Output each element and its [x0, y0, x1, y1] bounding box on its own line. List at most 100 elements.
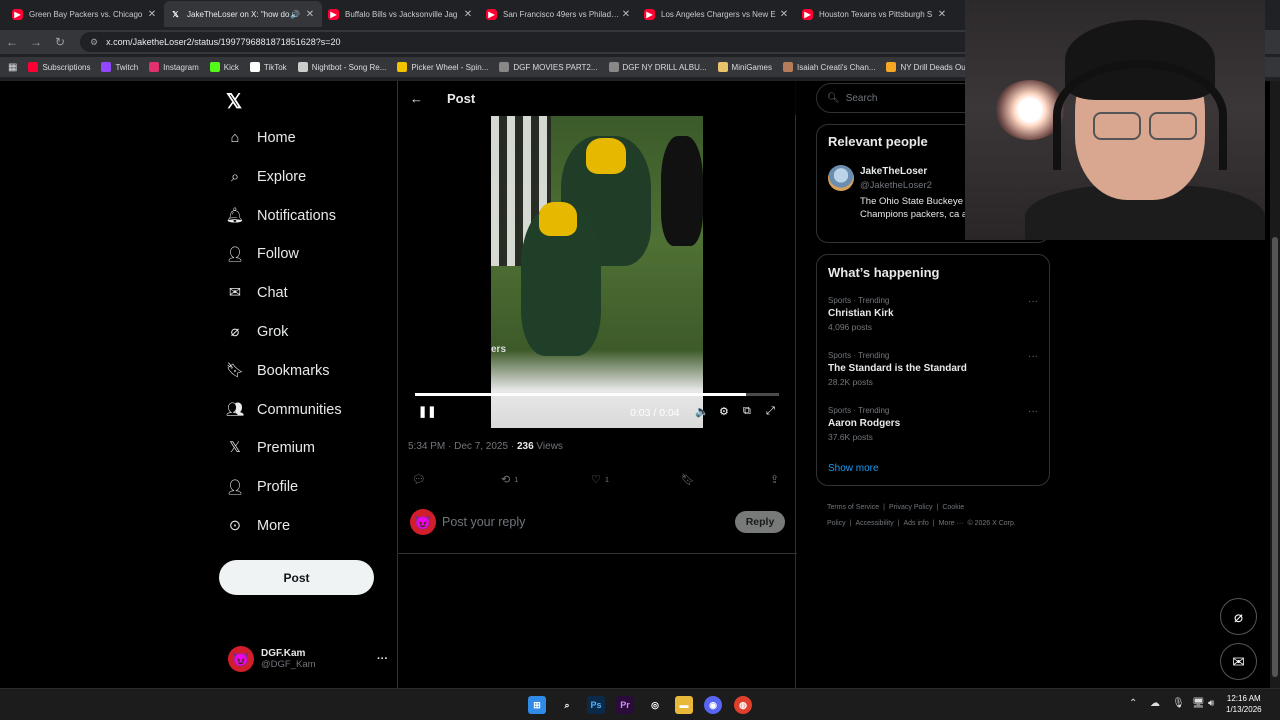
bookmark-item[interactable]: DGF NY DRILL ALBU...	[608, 62, 707, 72]
system-clock[interactable]: 12:16 AM 1/13/2026	[1226, 693, 1262, 715]
reload-icon[interactable]: ↻	[48, 35, 72, 49]
reply-input[interactable]: Post your reply	[442, 515, 525, 529]
browser-tab[interactable]: ▶ San Francisco 49ers vs Philadelp ✕	[480, 1, 638, 27]
close-tab-icon[interactable]: ✕	[304, 9, 316, 20]
close-tab-icon[interactable]: ✕	[620, 9, 632, 20]
more-icon[interactable]: ···	[1028, 406, 1038, 417]
cloud-icon[interactable]: ☁	[1150, 698, 1160, 709]
network-icon[interactable]: 🖥︎	[1192, 698, 1205, 709]
share-icon[interactable]: ⇪	[770, 473, 779, 486]
nav-item-premium[interactable]: 𝕏 Premium	[226, 433, 315, 463]
reply-button[interactable]: Reply	[735, 511, 785, 533]
nav-item-home[interactable]: ⌂ Home	[226, 123, 296, 153]
photoshop-icon[interactable]: Ps	[587, 696, 605, 714]
bookmark-item[interactable]: TikTok	[249, 62, 287, 72]
back-arrow-icon[interactable]: ←	[410, 91, 423, 106]
forward-icon[interactable]: →	[24, 35, 48, 49]
bookmark-item[interactable]: Nightbot - Song Re...	[297, 62, 386, 72]
discord-icon[interactable]: ◉	[704, 696, 722, 714]
browser-tab-active[interactable]: 𝕏 JakeTheLoser on X: "how do 🔊 ✕	[164, 1, 322, 27]
app-icon[interactable]: ◎	[646, 696, 664, 714]
footer-link[interactable]: Accessibility	[856, 520, 894, 527]
trend-category: Sports · Trending	[828, 351, 890, 360]
settings-icon[interactable]: ⚙	[719, 405, 729, 418]
scrollbar-thumb[interactable]	[1272, 237, 1278, 677]
tray-chevron-icon[interactable]: ⌃	[1129, 698, 1137, 709]
footer-link[interactable]: Ads info	[903, 520, 928, 527]
bookmark-item[interactable]: Kick	[209, 62, 239, 72]
post-timestamp[interactable]: 5:34 PM · Dec 7, 2025 ·	[408, 441, 517, 452]
reply-icon[interactable]: 💬︎	[412, 473, 426, 486]
close-tab-icon[interactable]: ✕	[778, 9, 790, 20]
footer-link[interactable]: More ···	[939, 520, 964, 527]
mic-icon[interactable]: 🎙︎	[1172, 698, 1185, 709]
more-icon: ⊙	[228, 518, 242, 534]
pip-icon[interactable]: ⧉	[743, 405, 751, 418]
nav-item-more[interactable]: ⊙ More	[226, 511, 290, 541]
page-scrollbar[interactable]	[1270, 81, 1280, 688]
bookmark-item[interactable]: Picker Wheel - Spin...	[397, 62, 488, 72]
premiere-icon[interactable]: Pr	[616, 696, 634, 714]
repost-action[interactable]: ⟲ 1	[501, 473, 518, 486]
volume-icon[interactable]: 🔊︎	[1208, 698, 1214, 709]
close-tab-icon[interactable]: ✕	[462, 9, 474, 20]
url-field[interactable]: ⚙ x.com/JaketheLoser2/status/199779688187…	[80, 32, 980, 52]
nav-item-chat[interactable]: ✉ Chat	[226, 278, 288, 308]
nav-item-bookmarks[interactable]: 🔖︎ Bookmarks	[226, 356, 330, 386]
trend-item[interactable]: Sports · Trending Christian Kirk 4,096 pos…	[828, 296, 1038, 332]
nav-item-explore[interactable]: ⌕ Explore	[226, 162, 306, 192]
nav-item-notifications[interactable]: 🔔︎ Notifications	[226, 201, 336, 231]
like-action[interactable]: ♡ 1	[591, 473, 609, 486]
bookmark-favicon-icon	[149, 62, 160, 72]
person-name[interactable]: JakeTheLoser	[860, 166, 927, 177]
bookmark-item[interactable]: NY Drill Deads Ou	[886, 62, 966, 72]
grok-icon[interactable]: ⌀	[1220, 598, 1257, 635]
fullscreen-icon[interactable]: ⤢	[766, 405, 775, 418]
browser-tab[interactable]: ▶ Buffalo Bills vs Jacksonville Jag ✕	[322, 1, 480, 27]
account-switcher[interactable]: 😈 DGF.Kam @DGF_Kam ···	[228, 644, 388, 674]
footer-link[interactable]: © 2026 X Corp.	[967, 520, 1015, 527]
bookmark-item[interactable]: MiniGames	[717, 62, 772, 72]
bookmark-label: Instagram	[163, 62, 199, 72]
close-tab-icon[interactable]: ✕	[146, 9, 158, 20]
x-logo-icon[interactable]: 𝕏	[226, 89, 242, 114]
more-icon[interactable]: ···	[377, 653, 388, 665]
messages-icon[interactable]: ✉	[1220, 643, 1257, 680]
nav-item-grok[interactable]: ⌀ Grok	[226, 317, 289, 347]
tab-title: Houston Texans vs Pittsburgh S	[819, 9, 933, 19]
nav-item-communities[interactable]: 👥︎ Communities	[226, 395, 342, 425]
video-progress-bar[interactable]	[415, 393, 779, 396]
apps-icon[interactable]: ▦	[8, 62, 17, 73]
search-icon[interactable]: ⌕	[558, 696, 576, 714]
nav-item-follow[interactable]: 👤︎ Follow	[226, 239, 299, 269]
browser-tab[interactable]: ▶ Green Bay Packers vs. Chicago ✕	[6, 1, 164, 27]
audio-icon[interactable]: 🔊	[290, 10, 300, 19]
show-more-link[interactable]: Show more	[828, 463, 879, 474]
site-info-icon[interactable]: ⚙	[90, 37, 98, 48]
more-icon[interactable]: ···	[1028, 351, 1038, 362]
trend-item[interactable]: Sports · Trending Aaron Rodgers 37.6K post…	[828, 406, 1038, 442]
trend-item[interactable]: Sports · Trending The Standard is the Sta…	[828, 351, 1038, 387]
bookmark-item[interactable]: Instagram	[149, 62, 199, 72]
bookmark-icon[interactable]: 🔖︎	[681, 473, 695, 486]
back-icon[interactable]: ←	[0, 35, 24, 49]
chrome-icon[interactable]: ◍	[734, 696, 752, 714]
footer-link[interactable]: Privacy Policy	[889, 504, 933, 511]
bookmark-item[interactable]: Twitch	[101, 62, 138, 72]
volume-icon[interactable]: 🔈	[695, 405, 709, 418]
avatar[interactable]	[828, 165, 854, 191]
bookmark-item[interactable]: DGF MOVIES PART2...	[499, 62, 598, 72]
browser-tab[interactable]: ▶ Houston Texans vs Pittsburgh S ✕	[796, 1, 954, 27]
more-icon[interactable]: ···	[1028, 296, 1038, 307]
bookmark-item[interactable]: Subscriptions	[28, 62, 90, 72]
post-button[interactable]: Post	[219, 560, 374, 595]
pause-icon[interactable]: ❚❚	[418, 405, 436, 418]
start-icon[interactable]: ⊞	[528, 696, 546, 714]
file-explorer-icon[interactable]: ▬	[675, 696, 693, 714]
nav-item-profile[interactable]: 👤︎ Profile	[226, 472, 298, 502]
browser-tab[interactable]: ▶ Los Angeles Chargers vs New E ✕	[638, 1, 796, 27]
footer-link[interactable]: Terms of Service	[827, 504, 879, 511]
bookmark-item[interactable]: Isaiah Creati's Chan...	[782, 62, 875, 72]
close-tab-icon[interactable]: ✕	[936, 9, 948, 20]
video-player[interactable]: ers ❚❚ 0:03 / 0:04 🔈 ⚙ ⧉ ⤢	[408, 116, 785, 428]
